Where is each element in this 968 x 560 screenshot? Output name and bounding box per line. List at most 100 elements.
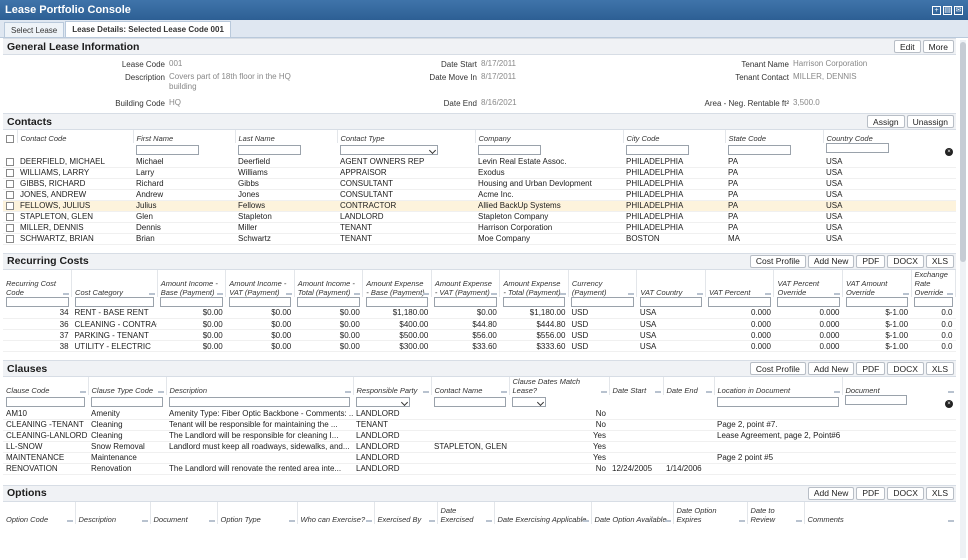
filter-contact-type-select[interactable] bbox=[340, 144, 438, 155]
options-xls-button[interactable]: XLS bbox=[925, 486, 954, 500]
clauses-row[interactable]: RENOVATION Renovation The Landlord will re… bbox=[3, 463, 956, 475]
costs-col-exchange-rate-override[interactable]: Exchange Rate Override bbox=[911, 269, 956, 297]
filter-cost-category[interactable] bbox=[74, 297, 155, 307]
costs-col-currency-payment[interactable]: Currency (Payment) bbox=[568, 269, 638, 297]
clauses-row[interactable]: LL-SNOW Snow Removal Landlord must keep al… bbox=[3, 441, 956, 453]
sort-handle-icon[interactable] bbox=[500, 391, 507, 393]
options-col-date-option-available[interactable]: Date Option Available bbox=[591, 501, 674, 524]
options-col-exercised-by[interactable]: Exercised By bbox=[374, 501, 438, 524]
options-col-option-type[interactable]: Option Type bbox=[217, 501, 298, 524]
cost-profile-button[interactable]: Cost Profile bbox=[749, 254, 806, 268]
filter-contact-name[interactable] bbox=[434, 396, 506, 407]
contact-row[interactable]: JONES, ANDREW Andrew Jones CONSULTANT Acme I… bbox=[3, 189, 956, 201]
contact-row[interactable]: GIBBS, RICHARD Richard Gibbs CONSULTANT Hous… bbox=[3, 178, 956, 190]
sort-handle-icon[interactable] bbox=[79, 391, 86, 393]
sort-handle-icon[interactable] bbox=[765, 292, 772, 295]
options-docx-button[interactable]: DOCX bbox=[887, 486, 924, 500]
filter-location-in-document[interactable] bbox=[717, 396, 839, 407]
filter-company[interactable] bbox=[478, 144, 541, 155]
sort-handle-icon[interactable] bbox=[428, 519, 435, 522]
filter-state-code[interactable] bbox=[728, 144, 791, 155]
filter-vat-percent-override[interactable] bbox=[776, 297, 840, 307]
costs-col-amount-expense-base-payment[interactable]: Amount Expense - Base (Payment) bbox=[362, 269, 432, 297]
options-col-description[interactable]: Description bbox=[75, 501, 151, 524]
filter-last-name[interactable] bbox=[238, 144, 301, 155]
filter-amount-income-base-payment[interactable] bbox=[160, 297, 223, 307]
costs-row[interactable]: 36CLEANING - CONTRACT$0.00$0.00$0.00$400… bbox=[3, 318, 956, 330]
filter-vat-amount-override[interactable] bbox=[845, 297, 909, 307]
filter-recurring-cost-code[interactable] bbox=[6, 297, 69, 307]
sort-handle-icon[interactable] bbox=[795, 519, 802, 522]
costs-row[interactable]: 38 UTILITY - ELECTRIC $0.00 $0.00 $0.00 $300.… bbox=[3, 340, 956, 352]
costs-add-new-button[interactable]: Add New bbox=[807, 254, 855, 268]
costs-col-vat-percent[interactable]: VAT Percent bbox=[705, 269, 775, 297]
costs-col-amount-expense-vat-payment[interactable]: Amount Expense - VAT (Payment) bbox=[431, 269, 501, 297]
col-country-code[interactable]: Country Code bbox=[823, 130, 956, 143]
clauses-cost-profile-button[interactable]: Cost Profile bbox=[749, 362, 806, 375]
sort-handle-icon[interactable] bbox=[285, 292, 292, 295]
sort-handle-icon[interactable] bbox=[582, 519, 589, 522]
filter-clause-code[interactable] bbox=[6, 396, 85, 407]
clauses-row[interactable]: MAINTENANCE Maintenance LANDLORD Yes Page 2 … bbox=[3, 452, 956, 464]
clauses-row[interactable]: CLEANING -TENANT Cleaning Tenant will be r… bbox=[3, 419, 956, 431]
clear-filter-icon[interactable]: × bbox=[945, 148, 953, 156]
clauses-pdf-button[interactable]: PDF bbox=[856, 362, 886, 375]
sort-handle-icon[interactable] bbox=[354, 292, 361, 295]
select-all-checkbox[interactable] bbox=[6, 135, 14, 143]
clauses-col-responsible-party[interactable]: Responsible Party bbox=[353, 377, 432, 395]
contact-row[interactable]: MILLER, DENNIS Dennis Miller TENANT Harrison… bbox=[3, 222, 956, 234]
unassign-button[interactable]: Unassign bbox=[906, 115, 954, 128]
sort-handle-icon[interactable] bbox=[705, 391, 712, 393]
clauses-xls-button[interactable]: XLS bbox=[925, 362, 954, 375]
clauses-docx-button[interactable]: DOCX bbox=[887, 362, 924, 375]
sort-handle-icon[interactable] bbox=[63, 292, 70, 295]
clear-filter-icon[interactable]: × bbox=[945, 400, 953, 408]
filter-responsible-party-select[interactable] bbox=[356, 396, 410, 407]
filter-amount-expense-total-payment[interactable] bbox=[502, 297, 566, 307]
sort-handle-icon[interactable] bbox=[157, 391, 164, 393]
col-contact-type[interactable]: Contact Type bbox=[337, 130, 476, 143]
clauses-col-clause-dates-match-lease[interactable]: Clause Dates Match Lease? bbox=[509, 377, 610, 395]
contact-row[interactable]: STAPLETON, GLEN Glen Stapleton LANDLORD Stap… bbox=[3, 211, 956, 223]
sort-handle-icon[interactable] bbox=[422, 292, 429, 295]
row-checkbox[interactable] bbox=[6, 223, 14, 232]
mail-icon[interactable]: ✉ bbox=[954, 5, 963, 15]
clauses-col-document[interactable]: Document bbox=[842, 377, 956, 395]
sort-handle-icon[interactable] bbox=[902, 292, 909, 295]
col-last-name[interactable]: Last Name bbox=[235, 130, 338, 143]
sort-handle-icon[interactable] bbox=[833, 391, 840, 393]
costs-col-vat-percent-override[interactable]: VAT Percent Override bbox=[773, 269, 844, 297]
clauses-row[interactable]: AM10 Amenity Amenity Type: Fiber Optic Bac… bbox=[3, 408, 956, 420]
sort-handle-icon[interactable] bbox=[738, 519, 745, 522]
sort-handle-icon[interactable] bbox=[947, 292, 953, 295]
options-pdf-button[interactable]: PDF bbox=[856, 486, 886, 500]
costs-col-amount-income-vat-payment[interactable]: Amount Income - VAT (Payment) bbox=[225, 269, 295, 297]
filter-clause-dates-match-lease-select[interactable] bbox=[512, 396, 546, 407]
filter-description[interactable] bbox=[169, 396, 350, 407]
clauses-col-clause-code[interactable]: Clause Code bbox=[3, 377, 89, 395]
contact-row[interactable]: DEERFIELD, MICHAEL Michael Deerfield AGENT … bbox=[3, 156, 956, 168]
print-icon[interactable]: ▤ bbox=[943, 5, 952, 15]
options-col-date-exercised[interactable]: Date Exercised bbox=[437, 501, 495, 524]
sort-handle-icon[interactable] bbox=[422, 391, 429, 393]
row-checkbox[interactable] bbox=[6, 168, 14, 177]
options-col-who-can-exercise[interactable]: Who can Exercise? bbox=[297, 501, 375, 524]
options-col-comments[interactable]: Comments bbox=[804, 501, 956, 524]
row-checkbox[interactable] bbox=[6, 234, 14, 243]
clauses-col-date-end[interactable]: Date End bbox=[663, 377, 715, 395]
clauses-add-new-button[interactable]: Add New bbox=[807, 362, 855, 375]
options-col-document[interactable]: Document bbox=[150, 501, 218, 524]
sort-handle-icon[interactable] bbox=[600, 391, 607, 393]
filter-first-name[interactable] bbox=[136, 144, 199, 155]
sort-handle-icon[interactable] bbox=[344, 391, 351, 393]
clauses-col-date-start[interactable]: Date Start bbox=[609, 377, 664, 395]
filter-amount-income-vat-payment[interactable] bbox=[228, 297, 292, 307]
assign-button[interactable]: Assign bbox=[867, 115, 905, 128]
edit-button[interactable]: Edit bbox=[893, 40, 921, 53]
options-add-new-button[interactable]: Add New bbox=[807, 486, 855, 500]
clauses-row[interactable]: CLEANING-LANLORD Cleaning The Landlord wil… bbox=[3, 430, 956, 442]
row-checkbox[interactable] bbox=[6, 212, 14, 221]
col-contact-code[interactable]: Contact Code bbox=[17, 130, 134, 143]
filter-country-code[interactable] bbox=[826, 143, 889, 153]
costs-col-vat-country[interactable]: VAT Country bbox=[636, 269, 706, 297]
